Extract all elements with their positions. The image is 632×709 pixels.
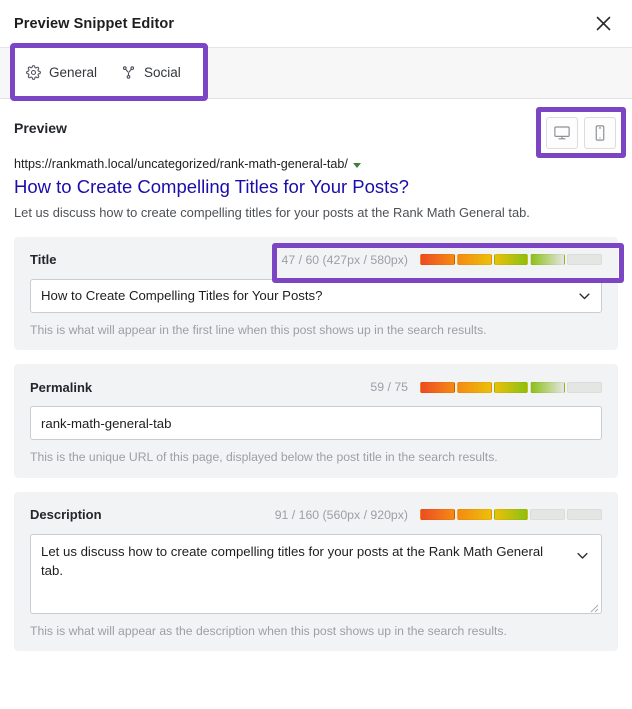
progress-segment xyxy=(420,381,455,393)
close-icon[interactable] xyxy=(590,11,616,37)
preview-label: Preview xyxy=(14,120,67,136)
progress-segment xyxy=(456,509,492,521)
progress-segment xyxy=(456,381,492,393)
share-nodes-icon xyxy=(121,65,136,80)
progress-segment xyxy=(530,381,566,393)
progress-segment xyxy=(530,509,566,521)
description-textarea[interactable]: Let us discuss how to create compelling … xyxy=(30,533,602,614)
tab-general-label: General xyxy=(49,64,98,80)
field-description-progress xyxy=(420,509,602,521)
modal-header: Preview Snippet Editor xyxy=(0,0,632,47)
field-title: Title 47 / 60 (427px / 580px) How to Cre… xyxy=(14,236,624,351)
serp-url-row: https://rankmath.local/uncategorized/ran… xyxy=(14,157,618,171)
title-input[interactable] xyxy=(30,278,602,313)
gear-icon xyxy=(26,64,41,80)
field-description: Description 91 / 160 (560px / 920px) Let… xyxy=(14,491,618,652)
preview-snippet-editor-modal: Preview Snippet Editor General Social Pr… xyxy=(0,0,632,709)
field-permalink-counter-wrap: 59 / 75 xyxy=(370,380,602,394)
tab-list: General Social xyxy=(10,43,208,101)
progress-segment xyxy=(493,381,529,393)
field-title-help: This is what will appear in the first li… xyxy=(30,322,487,337)
progress-segment xyxy=(493,254,529,266)
progress-segment xyxy=(567,254,602,266)
field-title-label: Title xyxy=(30,252,57,268)
textarea-resize-handle[interactable] xyxy=(588,600,599,613)
field-title-input-wrap xyxy=(30,278,602,313)
field-permalink-input-wrap xyxy=(30,406,602,441)
field-title-counter: 47 / 60 (427px / 580px) xyxy=(281,252,408,267)
field-title-head: Title 47 / 60 (427px / 580px) xyxy=(30,251,602,269)
progress-segment xyxy=(567,381,602,393)
tab-general[interactable]: General xyxy=(26,65,97,80)
tab-social[interactable]: Social xyxy=(121,65,181,80)
field-permalink-head: Permalink 59 / 75 xyxy=(30,378,602,396)
chevron-down-icon[interactable] xyxy=(575,548,590,563)
field-title-progress xyxy=(420,254,602,266)
progress-segment xyxy=(530,254,566,266)
progress-segment xyxy=(420,509,455,521)
field-description-counter-wrap: 91 / 160 (560px / 920px) xyxy=(275,508,602,522)
field-title-counter-wrap: 47 / 60 (427px / 580px) xyxy=(282,253,602,267)
device-toggle-highlight-box xyxy=(536,107,626,158)
device-toggle-mobile[interactable] xyxy=(584,116,616,149)
field-description-input-wrap: Let us discuss how to create compelling … xyxy=(30,533,602,614)
serp-preview: https://rankmath.local/uncategorized/ran… xyxy=(0,157,632,233)
preview-header-row: Preview xyxy=(0,99,632,158)
serp-description: Let us discuss how to create compelling … xyxy=(14,205,530,221)
desktop-monitor-icon xyxy=(553,124,571,142)
tab-social-label: Social xyxy=(144,64,181,80)
progress-segment xyxy=(567,509,602,521)
page-title: Preview Snippet Editor xyxy=(14,15,175,32)
field-description-help: This is what will appear as the descript… xyxy=(30,623,507,638)
caret-down-icon[interactable] xyxy=(352,162,361,168)
permalink-input[interactable] xyxy=(30,406,602,441)
fields-container: Title 47 / 60 (427px / 580px) How to Cre… xyxy=(0,233,632,652)
progress-segment xyxy=(493,509,529,521)
tabs-bar: General Social xyxy=(0,43,632,101)
serp-title[interactable]: How to Create Compelling Titles for Your… xyxy=(14,175,618,198)
field-description-head: Description 91 / 160 (560px / 920px) xyxy=(30,506,602,524)
field-permalink-help: This is the unique URL of this page, dis… xyxy=(30,450,498,465)
progress-segment xyxy=(456,254,492,266)
progress-segment xyxy=(420,254,455,266)
field-description-counter: 91 / 160 (560px / 920px) xyxy=(274,507,408,522)
field-permalink-counter: 59 / 75 xyxy=(370,380,408,395)
field-permalink-label: Permalink xyxy=(30,379,93,395)
field-permalink: Permalink 59 / 75 This is the unique URL… xyxy=(14,364,618,478)
mobile-phone-icon xyxy=(591,124,609,142)
field-description-label: Description xyxy=(30,507,102,523)
field-permalink-progress xyxy=(420,381,602,393)
serp-url-text: https://rankmath.local/uncategorized/ran… xyxy=(14,157,348,171)
chevron-down-icon[interactable] xyxy=(577,288,592,303)
device-toggle-desktop[interactable] xyxy=(546,116,578,149)
